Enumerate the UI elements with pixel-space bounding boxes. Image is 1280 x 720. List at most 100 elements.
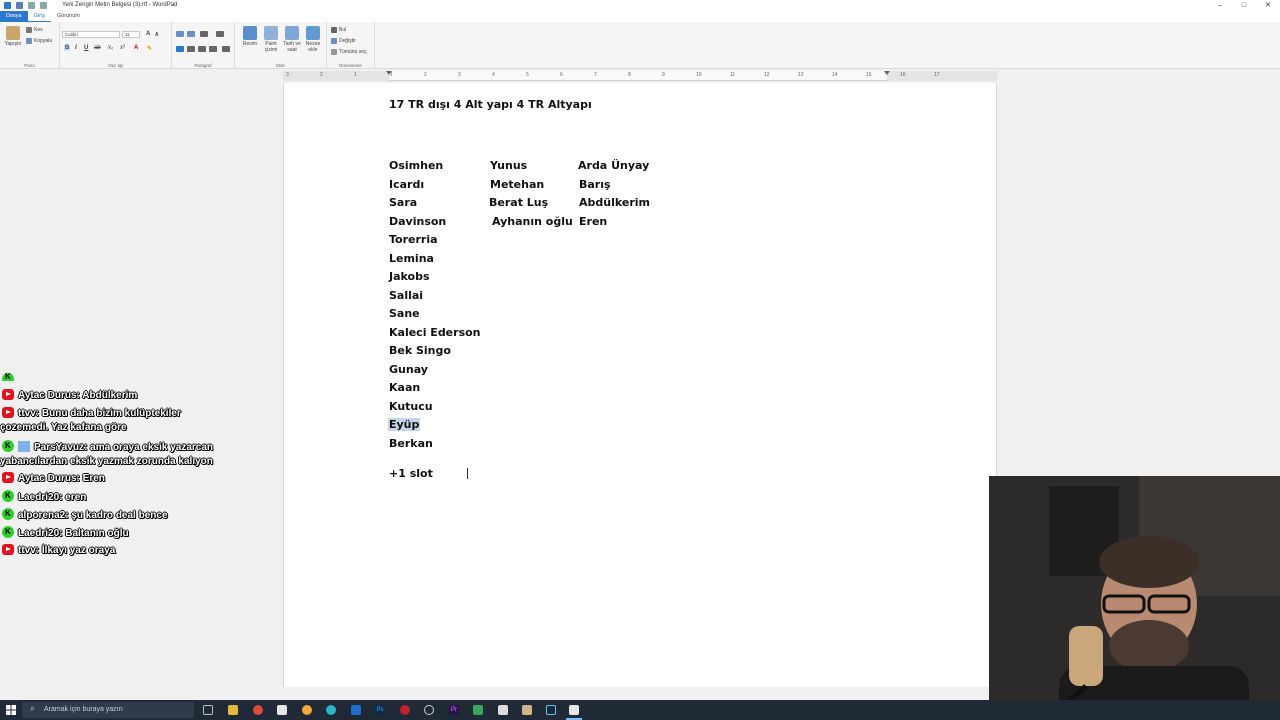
ruler-tick-label: 17 [934, 72, 940, 78]
academy-name: Ayhanın oğlu [492, 215, 573, 228]
roster-name: Sane [389, 307, 420, 320]
ribbon-tabs: Dosya Giriş Görünüm [0, 11, 1280, 22]
ruler[interactable]: 3 2 1 1 2 3 4 5 6 7 8 9 10 11 12 13 14 15 16 17 [283, 71, 997, 81]
paste-button[interactable]: Yapıştır [3, 26, 23, 47]
firefox-icon[interactable] [302, 705, 312, 715]
academy-name: Yunus [490, 159, 528, 172]
store-icon[interactable] [277, 705, 287, 715]
font-size-select[interactable]: 11 [122, 31, 140, 38]
copy-button[interactable]: Kopyala [26, 38, 52, 44]
taskbar-search-input[interactable]: Aramak için buraya yazın [22, 702, 194, 718]
align-right-icon[interactable] [198, 46, 206, 52]
decrease-indent-icon[interactable] [176, 31, 184, 37]
shrink-font-icon[interactable]: A [155, 32, 159, 38]
date-time-button[interactable]: Tarih ve saat [282, 26, 302, 53]
file-explorer-icon[interactable] [228, 705, 238, 715]
align-left-icon[interactable] [176, 46, 184, 52]
select-all-button[interactable]: Tümünü seç [331, 49, 367, 55]
youtube-badge-icon [2, 389, 14, 400]
premiere-icon[interactable]: Pr [449, 705, 459, 715]
chat-username: Laedri20: [18, 528, 63, 539]
kick-badge-icon [2, 525, 14, 539]
object-icon [306, 26, 320, 40]
chat-message: ttvv: Bunu daha bizim kulüptekiler çozeme… [0, 407, 181, 435]
tr-academy-name: Eren [579, 215, 608, 228]
chat-username: Laedri20: [18, 492, 63, 503]
superscript-button[interactable]: x² [120, 45, 125, 51]
paragraph-icon[interactable] [222, 46, 230, 52]
bullets-icon[interactable] [200, 31, 208, 37]
roster-name: Kaan [389, 381, 421, 394]
date-time-label: Tarih ve saat [283, 41, 301, 53]
paragraph-group: Paragraf [172, 22, 235, 69]
italic-button[interactable]: I [75, 45, 77, 51]
justify-icon[interactable] [209, 46, 217, 52]
roster-name: Osimhen [389, 159, 444, 172]
paste-label: Yapıştır [4, 41, 22, 47]
align-center-icon[interactable] [187, 46, 195, 52]
ruler-tick-label: 8 [628, 72, 631, 78]
picture-button[interactable]: Resim [240, 26, 260, 47]
roster-name: Sara [389, 196, 418, 209]
document-heading: 17 TR dışı 4 Alt yapı 4 TR Altyapı [389, 98, 592, 111]
insert-object-button[interactable]: Nesne ekle [303, 26, 323, 53]
paint-drawing-button[interactable]: Paint çizimi [261, 26, 281, 53]
redo-icon[interactable] [40, 2, 47, 9]
roster-name: Torerria [389, 233, 438, 246]
ruler-tick-label: 15 [866, 72, 872, 78]
replace-button[interactable]: Değiştir [331, 38, 356, 44]
roster-name: Berkan [389, 437, 433, 450]
steam-icon[interactable] [546, 705, 556, 715]
find-button[interactable]: Bul [331, 27, 346, 33]
subscript-button[interactable]: x₂ [108, 45, 113, 51]
line-spacing-icon[interactable] [216, 31, 224, 37]
editing-group: Bul Değiştir Tümünü seç Düzenleme [327, 22, 375, 69]
minimize-button[interactable]: – [1208, 0, 1232, 11]
edge-icon[interactable] [326, 705, 336, 715]
increase-indent-icon[interactable] [187, 31, 195, 37]
spreadsheet-icon[interactable] [473, 705, 483, 715]
maximize-button[interactable]: □ [1232, 0, 1256, 11]
selected-text[interactable]: Eyüp [388, 418, 421, 431]
font-family-select[interactable]: Calibri [62, 31, 120, 38]
copy-label: Kopyala [34, 38, 53, 44]
undo-icon[interactable] [28, 2, 35, 9]
text-color-icon[interactable]: A [134, 45, 138, 51]
ruler-tick-label: 1 [390, 72, 393, 78]
ruler-tick-label: 1 [354, 72, 357, 78]
task-view-icon[interactable] [203, 705, 213, 715]
close-button[interactable]: ✕ [1256, 0, 1280, 11]
chat-text: eren [65, 492, 87, 503]
windows-start-icon[interactable] [6, 705, 16, 715]
save-icon[interactable] [16, 2, 23, 9]
kick-badge-icon [2, 373, 14, 381]
tab-file[interactable]: Dosya [0, 11, 28, 22]
bold-button[interactable]: B [64, 45, 71, 51]
ruler-tick-label: 5 [526, 72, 529, 78]
editing-group-label: Düzenleme [339, 63, 362, 68]
app-icon[interactable] [498, 705, 508, 715]
tab-view[interactable]: Görünüm [51, 11, 86, 22]
folder-icon[interactable] [522, 705, 532, 715]
obs-icon[interactable] [424, 705, 434, 715]
chrome-icon[interactable] [253, 705, 263, 715]
highlight-icon[interactable]: ✎ [147, 45, 152, 52]
tab-home[interactable]: Giriş [27, 11, 51, 22]
right-indent-marker[interactable] [884, 71, 890, 75]
wordpad-app-icon [4, 2, 11, 9]
opera-icon[interactable] [400, 705, 410, 715]
outlook-icon[interactable] [351, 705, 361, 715]
underline-button[interactable]: U [84, 45, 88, 51]
roster-name: Lemina [389, 252, 434, 265]
ruler-tick-label: 16 [900, 72, 906, 78]
window-title: Yeni Zengin Metin Belgesi (3).rtf - Word… [62, 2, 178, 8]
chat-text: Eren [82, 473, 105, 484]
insert-group-label: Ekle [276, 63, 285, 68]
cut-button[interactable]: Kes [26, 27, 43, 33]
ruler-tick-label: 9 [662, 72, 665, 78]
photoshop-icon[interactable]: Ps [375, 705, 385, 715]
wordpad-taskbar-icon[interactable] [569, 705, 579, 715]
grow-font-icon[interactable]: A [146, 31, 150, 37]
strikethrough-button[interactable]: ab [94, 45, 101, 51]
cut-label: Kes [34, 27, 43, 33]
